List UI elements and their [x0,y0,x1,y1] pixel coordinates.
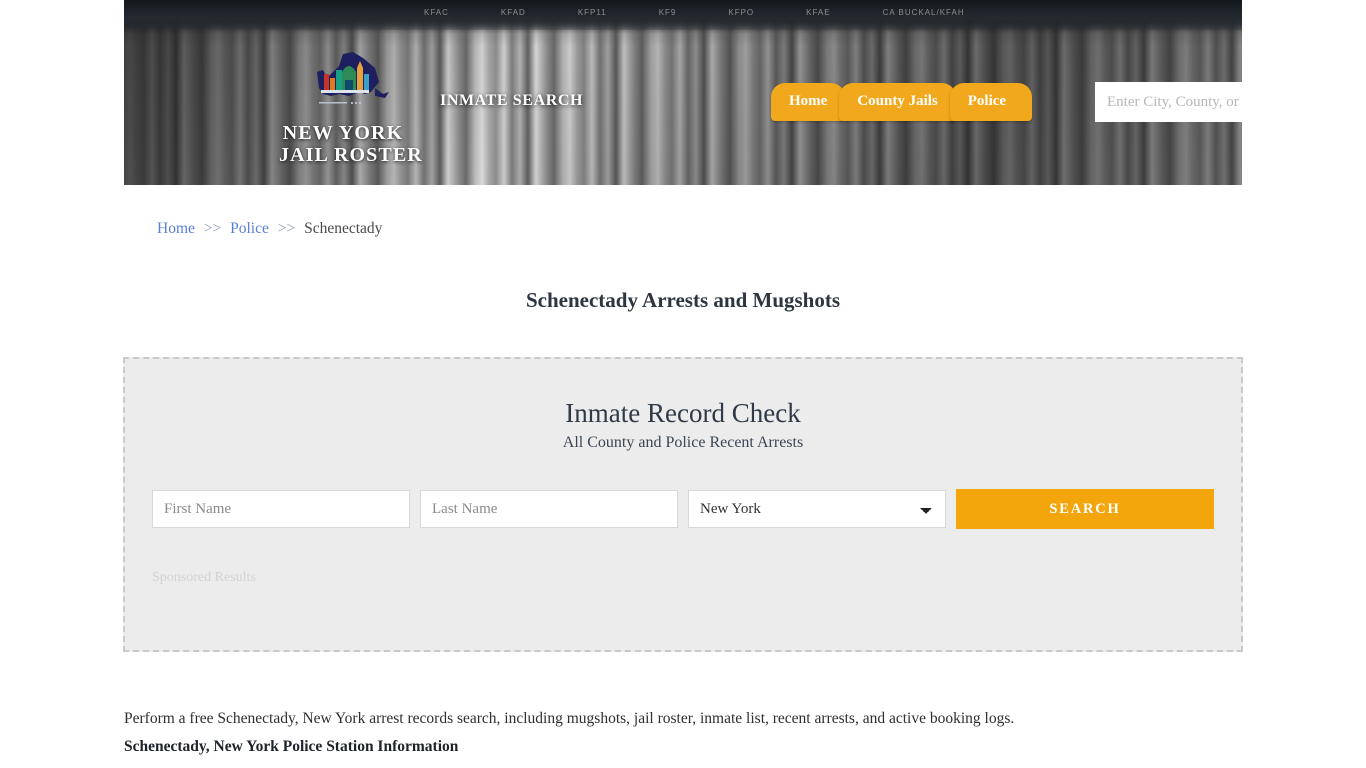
intro-paragraph: Perform a free Schenectady, New York arr… [124,709,1015,727]
shelf-label: KFAE [806,7,831,17]
record-search-form: New York SEARCH [152,489,1214,529]
state-select[interactable]: New York [688,490,946,528]
nav-item-home[interactable]: Home [771,83,846,121]
page-root: KFAC KFAD KFP11 KF9 KFPO KFAE CA BUCKAL/… [0,0,1366,768]
main-navigation: Home County Jails Police [771,83,1033,121]
header-tagline: INMATE SEARCH [440,92,584,109]
shelf-label: KFP11 [577,7,607,17]
shelf-label: KFPO [728,7,755,17]
section-heading: Schenectady, New York Police Station Inf… [124,738,459,755]
shelf-label-strip: KFAC KFAD KFP11 KF9 KFPO KFAE CA BUCKAL/… [424,4,1224,20]
logo-line-2: JAIL ROSTER [279,144,423,166]
breadcrumb-item-police[interactable]: Police [230,220,269,237]
site-header: KFAC KFAD KFP11 KF9 KFPO KFAE CA BUCKAL/… [124,0,1242,185]
breadcrumb-item-home[interactable]: Home [157,220,195,237]
shelf-label: KFAC [424,7,449,17]
breadcrumb: Home >> Police >> Schenectady [157,220,382,238]
header-search [1095,82,1242,122]
breadcrumb-separator: >> [203,220,222,237]
header-search-input[interactable] [1095,82,1242,122]
nav-item-police[interactable]: Police [949,83,1033,121]
first-name-input[interactable] [152,490,410,528]
logo-line-1: NEW YORK [282,122,404,144]
shelf-label: KF9 [658,7,677,17]
sponsored-results-label: Sponsored Results [152,570,256,585]
shelf-label: CA BUCKAL/KFAH [882,7,965,17]
site-logo[interactable]: NEW YORK JAIL ROSTER [279,48,423,166]
panel-subtitle: All County and Police Recent Arrests [562,434,804,451]
inmate-record-check-panel: Inmate Record Check All County and Polic… [123,357,1243,652]
search-button[interactable]: SEARCH [956,489,1214,529]
breadcrumb-separator: >> [277,220,296,237]
new-york-state-outline-icon [317,52,389,105]
shelf-label: KFAD [500,7,526,17]
breadcrumb-item-current: Schenectady [304,220,383,237]
nav-item-county-jails[interactable]: County Jails [839,83,956,121]
last-name-input[interactable] [420,490,678,528]
panel-title: Inmate Record Check [565,398,801,428]
page-title: Schenectady Arrests and Mugshots [525,288,841,313]
